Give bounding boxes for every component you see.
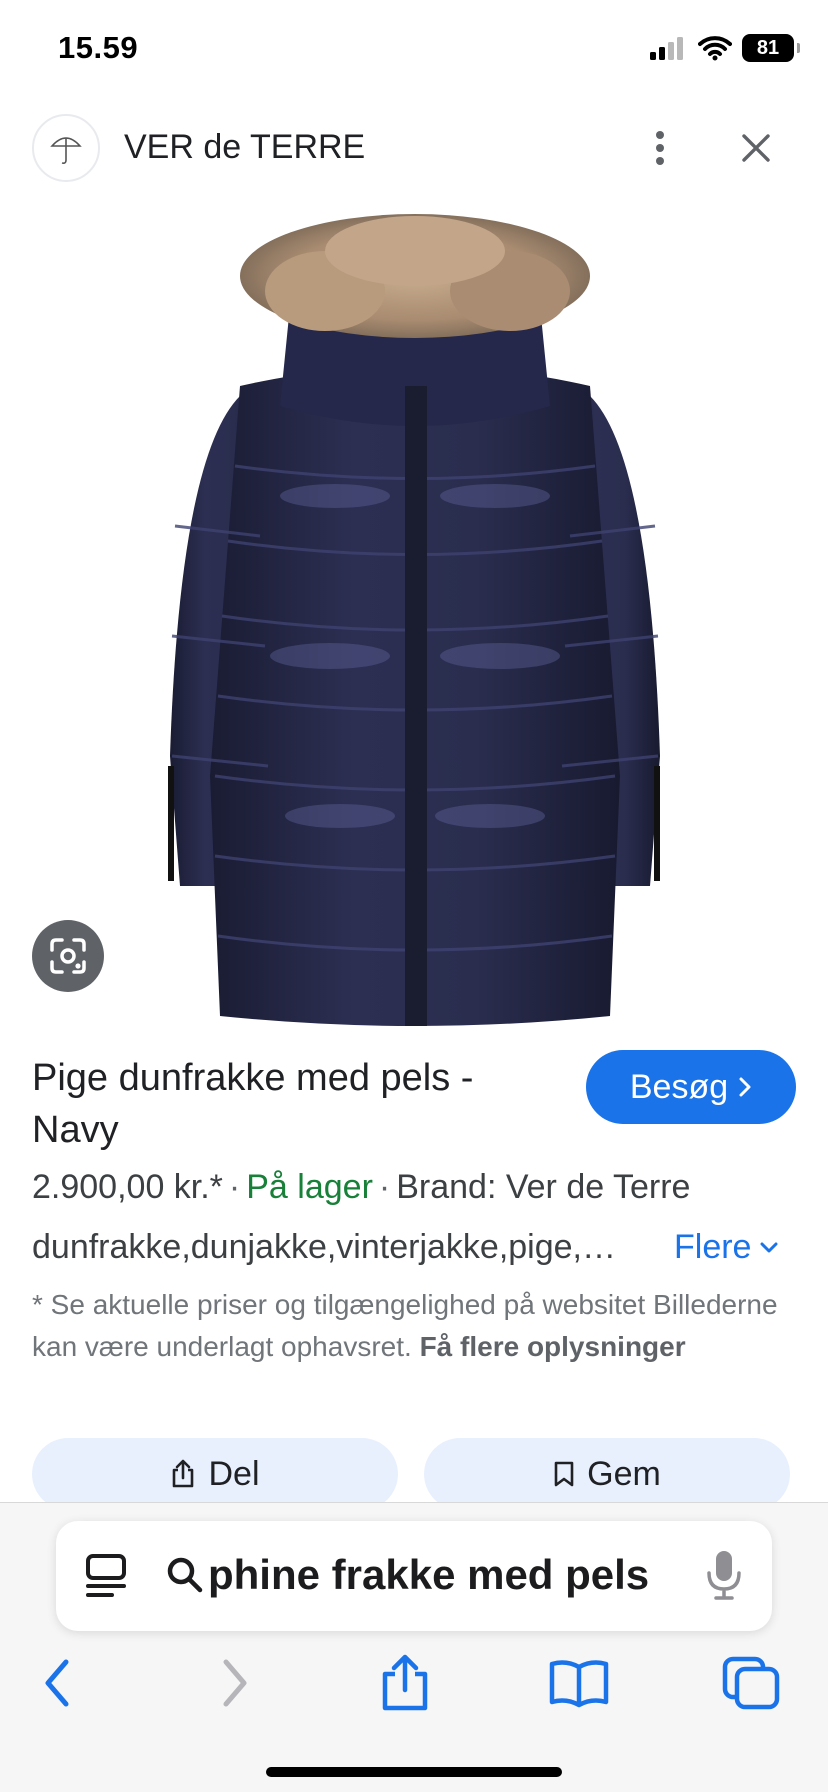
close-icon[interactable] bbox=[736, 126, 776, 170]
product-tags: dunfrakke,dunjakke,vinterjakke,pige,… bbox=[32, 1228, 616, 1266]
address-field[interactable]: phine frakke med pels bbox=[166, 1551, 726, 1599]
battery-icon: 81 bbox=[742, 34, 800, 62]
home-indicator bbox=[266, 1767, 562, 1777]
back-icon[interactable] bbox=[22, 1651, 92, 1715]
separator-dot: · bbox=[228, 1168, 241, 1206]
page: 15.59 81 VER de TERRE Pige dunfrakke med… bbox=[0, 0, 828, 1792]
search-icon bbox=[167, 1557, 203, 1593]
save-label: Gem bbox=[587, 1454, 661, 1493]
disclaimer: * Se aktuelle priser og tilgængelighed p… bbox=[32, 1284, 802, 1368]
share-label: Del bbox=[208, 1454, 260, 1493]
chevron-right-icon bbox=[739, 1077, 751, 1097]
forward-icon[interactable] bbox=[200, 1651, 270, 1715]
reader-icon[interactable] bbox=[84, 1553, 128, 1599]
save-button[interactable]: Gem bbox=[424, 1438, 790, 1510]
book-icon[interactable] bbox=[544, 1651, 614, 1715]
separator-dot: · bbox=[378, 1168, 391, 1206]
browser-toolbar bbox=[0, 1643, 828, 1723]
bookmark-icon bbox=[554, 1461, 574, 1487]
visit-label: Besøg bbox=[629, 1067, 729, 1106]
more-vert-icon[interactable] bbox=[640, 126, 680, 170]
more-tags-button[interactable]: Flere bbox=[674, 1228, 779, 1267]
status-bar: 15.59 81 bbox=[0, 0, 828, 100]
product-image[interactable] bbox=[120, 196, 710, 1026]
status-time: 15.59 bbox=[58, 30, 139, 65]
chevron-down-icon bbox=[760, 1242, 778, 1252]
address-text: phine frakke med pels bbox=[208, 1551, 650, 1598]
visit-button[interactable]: Besøg bbox=[586, 1050, 796, 1124]
browser-chrome: phine frakke med pels bbox=[0, 1502, 828, 1792]
product-title[interactable]: Pige dunfrakke med pels - Navy bbox=[32, 1052, 552, 1156]
result-header: VER de TERRE bbox=[0, 110, 828, 182]
stock-status: På lager bbox=[246, 1168, 373, 1206]
brand: Brand: Ver de Terre bbox=[396, 1168, 691, 1206]
lens-icon[interactable] bbox=[32, 920, 104, 992]
site-logo-icon[interactable] bbox=[32, 114, 100, 182]
site-name[interactable]: VER de TERRE bbox=[124, 128, 365, 167]
safari-share-icon[interactable] bbox=[370, 1651, 440, 1715]
signal-icon bbox=[650, 37, 683, 60]
price-row: 2.900,00 kr.* · På lager · Brand: Ver de Ter… bbox=[32, 1168, 690, 1207]
more-tags-label: Flere bbox=[674, 1228, 752, 1266]
share-button[interactable]: Del bbox=[32, 1438, 398, 1510]
share-icon bbox=[173, 1459, 194, 1488]
more-info-link[interactable]: Få flere oplysninger bbox=[420, 1331, 686, 1362]
tabs-icon[interactable] bbox=[716, 1651, 786, 1715]
mic-icon[interactable] bbox=[706, 1549, 742, 1601]
price: 2.900,00 kr.* bbox=[32, 1168, 223, 1206]
status-indicators: 81 bbox=[648, 34, 800, 62]
address-bar[interactable]: phine frakke med pels bbox=[56, 1521, 772, 1631]
wifi-icon bbox=[698, 36, 732, 61]
